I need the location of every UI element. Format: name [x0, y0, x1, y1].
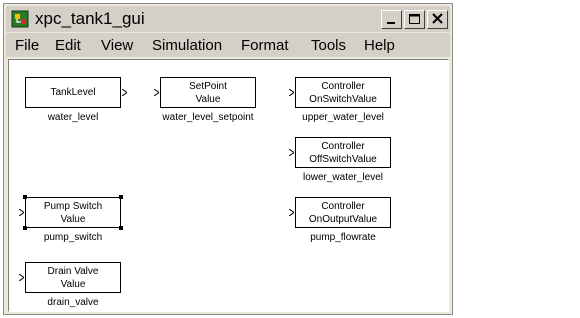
menu-format[interactable]: Format [241, 37, 289, 54]
selection-handle[interactable] [23, 195, 27, 199]
title-bar[interactable]: xpc_tank1_gui [6, 6, 450, 32]
block-text: Value [195, 93, 221, 105]
input-port-icon [154, 89, 159, 96]
menu-view[interactable]: View [101, 37, 133, 54]
simulink-app-icon[interactable] [11, 10, 29, 28]
app-window: xpc_tank1_gui File Edit View Simulation … [3, 3, 453, 315]
block-text: SetPoint [189, 80, 227, 92]
block-text: OnOutputValue [308, 213, 378, 225]
block-label[interactable]: drain_valve [25, 297, 121, 308]
model-canvas[interactable]: TankLevel water_level SetPoint Value wat… [8, 59, 449, 312]
block-text: TankLevel [50, 87, 96, 98]
input-port-icon [19, 209, 24, 216]
menu-simulation[interactable]: Simulation [152, 37, 222, 54]
close-icon [432, 13, 443, 24]
menu-help[interactable]: Help [364, 37, 395, 54]
maximize-button[interactable] [404, 10, 425, 29]
block-pump-switch-value[interactable]: Pump Switch Value [25, 197, 121, 228]
block-label[interactable]: pump_switch [25, 232, 121, 243]
window-title: xpc_tank1_gui [35, 9, 145, 28]
menu-tools[interactable]: Tools [311, 37, 346, 54]
block-text: Controller [321, 200, 365, 212]
selection-handle[interactable] [119, 195, 123, 199]
block-text: Controller [321, 80, 365, 92]
block-text: OnSwitchValue [309, 93, 377, 105]
block-label[interactable]: water_level_setpoint [148, 112, 268, 123]
maximize-icon [409, 14, 420, 24]
block-label[interactable]: upper_water_level [283, 112, 403, 123]
block-text: Drain Valve [47, 265, 99, 277]
close-button[interactable] [427, 10, 448, 29]
block-controller-off-switch[interactable]: Controller OffSwitchValue [295, 137, 391, 168]
block-text: Controller [321, 140, 365, 152]
block-controller-on-output[interactable]: Controller OnOutputValue [295, 197, 391, 228]
input-port-icon [289, 209, 294, 216]
menu-bar: File Edit View Simulation Format Tools H… [6, 33, 450, 57]
block-controller-on-switch[interactable]: Controller OnSwitchValue [295, 77, 391, 108]
block-setpoint-value[interactable]: SetPoint Value [160, 77, 256, 108]
output-port-icon [122, 89, 127, 96]
input-port-icon [19, 274, 24, 281]
block-label[interactable]: pump_flowrate [283, 232, 403, 243]
selection-handle[interactable] [23, 226, 27, 230]
menu-edit[interactable]: Edit [55, 37, 81, 54]
selection-handle[interactable] [119, 226, 123, 230]
block-text: Pump Switch [43, 200, 103, 212]
block-label[interactable]: lower_water_level [283, 172, 403, 183]
block-tank-level[interactable]: TankLevel [25, 77, 121, 108]
input-port-icon [289, 89, 294, 96]
block-text: OffSwitchValue [309, 153, 377, 165]
menu-file[interactable]: File [15, 37, 39, 54]
block-text: Value [60, 278, 86, 290]
minimize-button[interactable] [381, 10, 402, 29]
block-text: Value [60, 213, 86, 225]
block-label[interactable]: water_level [25, 112, 121, 123]
block-drain-valve-value[interactable]: Drain Valve Value [25, 262, 121, 293]
minimize-icon [387, 22, 395, 24]
input-port-icon [289, 149, 294, 156]
